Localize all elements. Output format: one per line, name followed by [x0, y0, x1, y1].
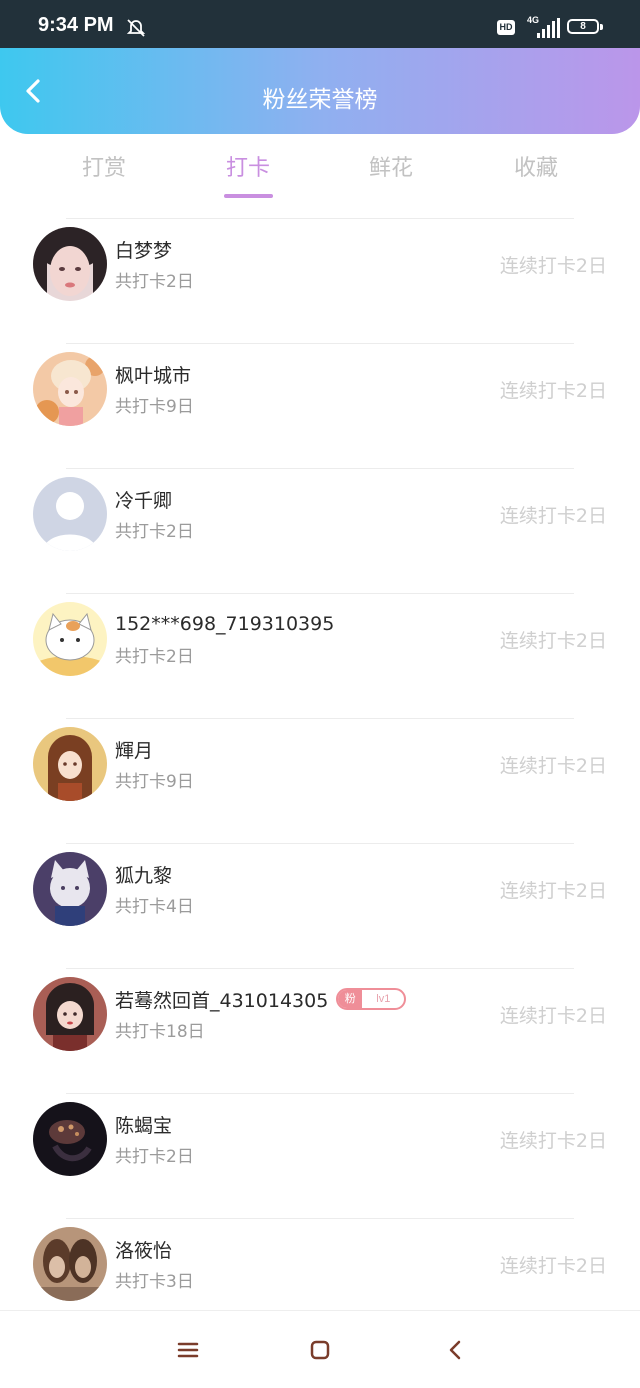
- battery-icon: 8: [567, 19, 599, 34]
- back-triangle-icon[interactable]: [440, 1335, 470, 1365]
- divider: [66, 968, 574, 969]
- divider: [66, 1218, 574, 1219]
- fan-name: 白梦梦: [115, 239, 173, 262]
- avatar[interactable]: [33, 1102, 107, 1176]
- fan-name: 狐九黎: [115, 864, 173, 887]
- tab-checkin[interactable]: 打卡: [188, 150, 308, 182]
- fan-name: 陈蝎宝: [115, 1114, 173, 1137]
- streak-label: 连续打卡2日: [499, 880, 607, 902]
- fan-name: 冷千卿: [115, 489, 173, 512]
- list-item[interactable]: 白梦梦 共打卡2日 连续打卡2日: [0, 218, 640, 343]
- total-checkins: 共打卡2日: [115, 1147, 194, 1167]
- fan-badge-label: 粉: [338, 990, 363, 1008]
- avatar[interactable]: [33, 227, 107, 301]
- tab-bar: 打赏 打卡 鲜花 收藏: [0, 150, 640, 206]
- divider: [66, 1093, 574, 1094]
- list-item[interactable]: 狐九黎 共打卡4日 连续打卡2日: [0, 843, 640, 968]
- signal-icon: [537, 18, 560, 38]
- avatar[interactable]: [33, 1227, 107, 1301]
- avatar[interactable]: [33, 852, 107, 926]
- status-bar: 9:34 PM HD 4G 8: [0, 0, 640, 48]
- list-item[interactable]: 輝月 共打卡9日 连续打卡2日: [0, 718, 640, 843]
- total-checkins: 共打卡2日: [115, 647, 194, 667]
- fan-name: 輝月: [115, 739, 154, 762]
- fan-name: 枫叶城市: [115, 364, 192, 387]
- active-tab-indicator: [224, 194, 273, 198]
- tab-flowers[interactable]: 鲜花: [331, 150, 451, 182]
- total-checkins: 共打卡18日: [115, 1022, 205, 1042]
- divider: [66, 218, 574, 219]
- total-checkins: 共打卡2日: [115, 522, 194, 542]
- list-item[interactable]: 若蓦然回首_431014305 粉 lv1 共打卡18日 连续打卡2日: [0, 968, 640, 1093]
- fan-badge-level: lv1: [376, 993, 391, 1005]
- avatar[interactable]: [33, 602, 107, 676]
- hd-icon: HD: [497, 20, 515, 35]
- fan-name: 洛筱怡: [115, 1239, 173, 1262]
- fan-name: 152***698_719310395: [115, 613, 335, 635]
- list-item[interactable]: 枫叶城市 共打卡9日 连续打卡2日: [0, 343, 640, 468]
- streak-label: 连续打卡2日: [499, 505, 607, 527]
- avatar[interactable]: [33, 352, 107, 426]
- avatar[interactable]: [33, 727, 107, 801]
- streak-label: 连续打卡2日: [499, 630, 607, 652]
- page-title: 粉丝荣誉榜: [262, 87, 378, 113]
- avatar[interactable]: [33, 977, 107, 1051]
- total-checkins: 共打卡4日: [115, 897, 194, 917]
- avatar[interactable]: [33, 477, 107, 551]
- menu-icon[interactable]: [173, 1335, 203, 1365]
- streak-label: 连续打卡2日: [499, 755, 607, 777]
- battery-tip: [600, 24, 603, 30]
- tab-reward[interactable]: 打赏: [44, 150, 164, 182]
- system-nav-bar: [0, 1310, 640, 1388]
- app-header: 粉丝荣誉榜: [0, 48, 640, 134]
- divider: [66, 593, 574, 594]
- list-item[interactable]: 陈蝎宝 共打卡2日 连续打卡2日: [0, 1093, 640, 1218]
- divider: [66, 843, 574, 844]
- bell-muted-icon: [126, 19, 146, 37]
- streak-label: 连续打卡2日: [499, 255, 607, 277]
- divider: [66, 718, 574, 719]
- total-checkins: 共打卡3日: [115, 1272, 194, 1292]
- streak-label: 连续打卡2日: [499, 380, 607, 402]
- list-item[interactable]: 冷千卿 共打卡2日 连续打卡2日: [0, 468, 640, 593]
- fan-level-badge: 粉 lv1: [336, 988, 407, 1010]
- tab-favorites[interactable]: 收藏: [476, 150, 596, 182]
- streak-label: 连续打卡2日: [499, 1005, 607, 1027]
- divider: [66, 468, 574, 469]
- streak-label: 连续打卡2日: [499, 1255, 607, 1277]
- list-item[interactable]: 152***698_719310395 共打卡2日 连续打卡2日: [0, 593, 640, 718]
- fan-name: 若蓦然回首_431014305: [115, 989, 329, 1012]
- divider: [66, 343, 574, 344]
- streak-label: 连续打卡2日: [499, 1130, 607, 1152]
- total-checkins: 共打卡2日: [115, 272, 194, 292]
- total-checkins: 共打卡9日: [115, 772, 194, 792]
- status-time: 9:34 PM: [38, 14, 114, 36]
- total-checkins: 共打卡9日: [115, 397, 194, 417]
- home-square-icon[interactable]: [305, 1335, 335, 1365]
